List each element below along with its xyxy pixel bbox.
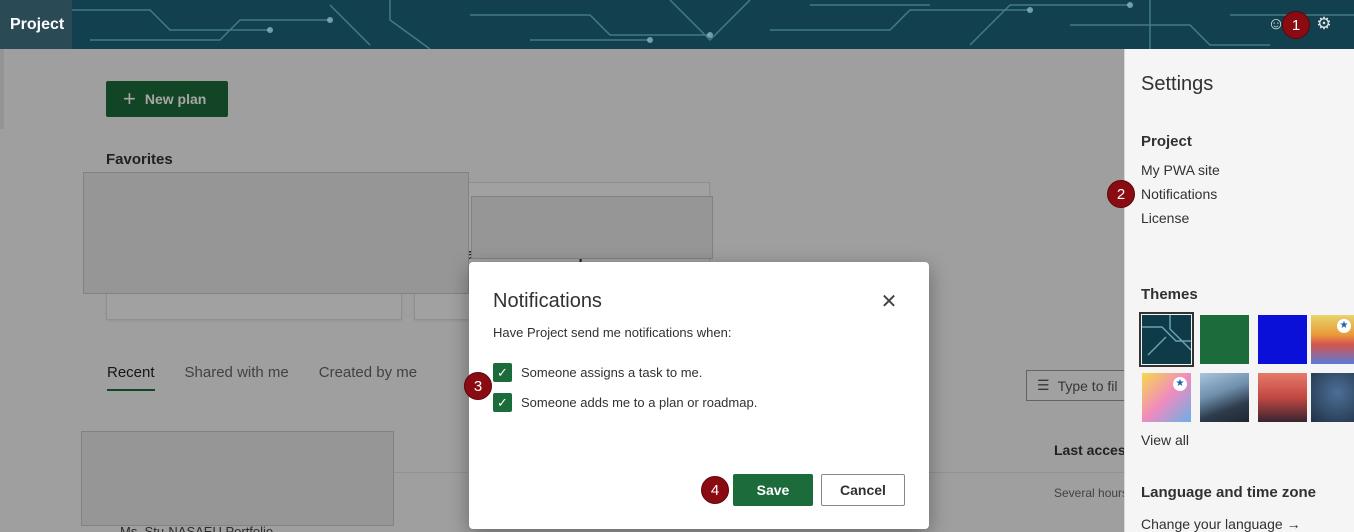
theme-cartoon[interactable]: ★ — [1142, 373, 1191, 422]
themes-heading: Themes — [1141, 286, 1198, 303]
star-icon: ★ — [1337, 319, 1351, 333]
theme-blue[interactable] — [1258, 315, 1307, 364]
view-all-themes-link[interactable]: View all — [1141, 432, 1189, 448]
my-pwa-site-link[interactable]: My PWA site — [1141, 162, 1220, 178]
save-button[interactable]: Save — [733, 474, 813, 506]
circuit-pattern — [70, 0, 1354, 49]
option-label: Someone assigns a task to me. — [521, 365, 703, 380]
notifications-dialog: Notifications ✕ Have Project send me not… — [469, 262, 929, 529]
app-title[interactable]: Project — [0, 0, 72, 49]
option-added-to-plan[interactable]: ✓ Someone adds me to a plan or roadmap. — [493, 393, 757, 412]
change-language-label: Change your language — [1141, 516, 1283, 532]
star-icon: ★ — [1173, 377, 1187, 391]
theme-green[interactable] — [1200, 315, 1249, 364]
settings-panel: Settings Project My PWA site Notificatio… — [1124, 49, 1354, 532]
theme-sunset-art[interactable]: ★ — [1311, 315, 1354, 364]
project-heading: Project — [1141, 133, 1192, 150]
license-link[interactable]: License — [1141, 210, 1189, 226]
circuit-thumbnail — [1142, 315, 1192, 356]
settings-title: Settings — [1141, 73, 1214, 95]
change-language-link[interactable]: Change your language → — [1141, 516, 1301, 532]
option-task-assigned[interactable]: ✓ Someone assigns a task to me. — [493, 363, 702, 382]
gear-icon[interactable]: ⚙ — [1312, 12, 1336, 36]
checkbox-checked-icon[interactable]: ✓ — [493, 393, 512, 412]
theme-palms[interactable] — [1258, 373, 1307, 422]
theme-aviation[interactable] — [1311, 373, 1354, 422]
cancel-button[interactable]: Cancel — [821, 474, 905, 506]
theme-circuit[interactable] — [1139, 312, 1194, 367]
annotation-badge-4: 4 — [701, 476, 729, 504]
language-heading: Language and time zone — [1141, 484, 1317, 501]
annotation-badge-3: 3 — [464, 372, 492, 400]
notifications-link[interactable]: Notifications — [1141, 186, 1217, 202]
theme-mountains[interactable] — [1200, 373, 1249, 422]
dialog-subtitle: Have Project send me notifications when: — [493, 325, 732, 340]
arrow-right-icon: → — [1286, 516, 1301, 532]
option-label: Someone adds me to a plan or roadmap. — [521, 395, 758, 410]
close-icon[interactable]: ✕ — [878, 291, 900, 313]
checkbox-checked-icon[interactable]: ✓ — [493, 363, 512, 382]
app-header: Project — [0, 0, 1354, 49]
dialog-title: Notifications — [493, 290, 602, 312]
annotation-badge-1: 1 — [1282, 11, 1310, 39]
annotation-badge-2: 2 — [1107, 180, 1135, 208]
